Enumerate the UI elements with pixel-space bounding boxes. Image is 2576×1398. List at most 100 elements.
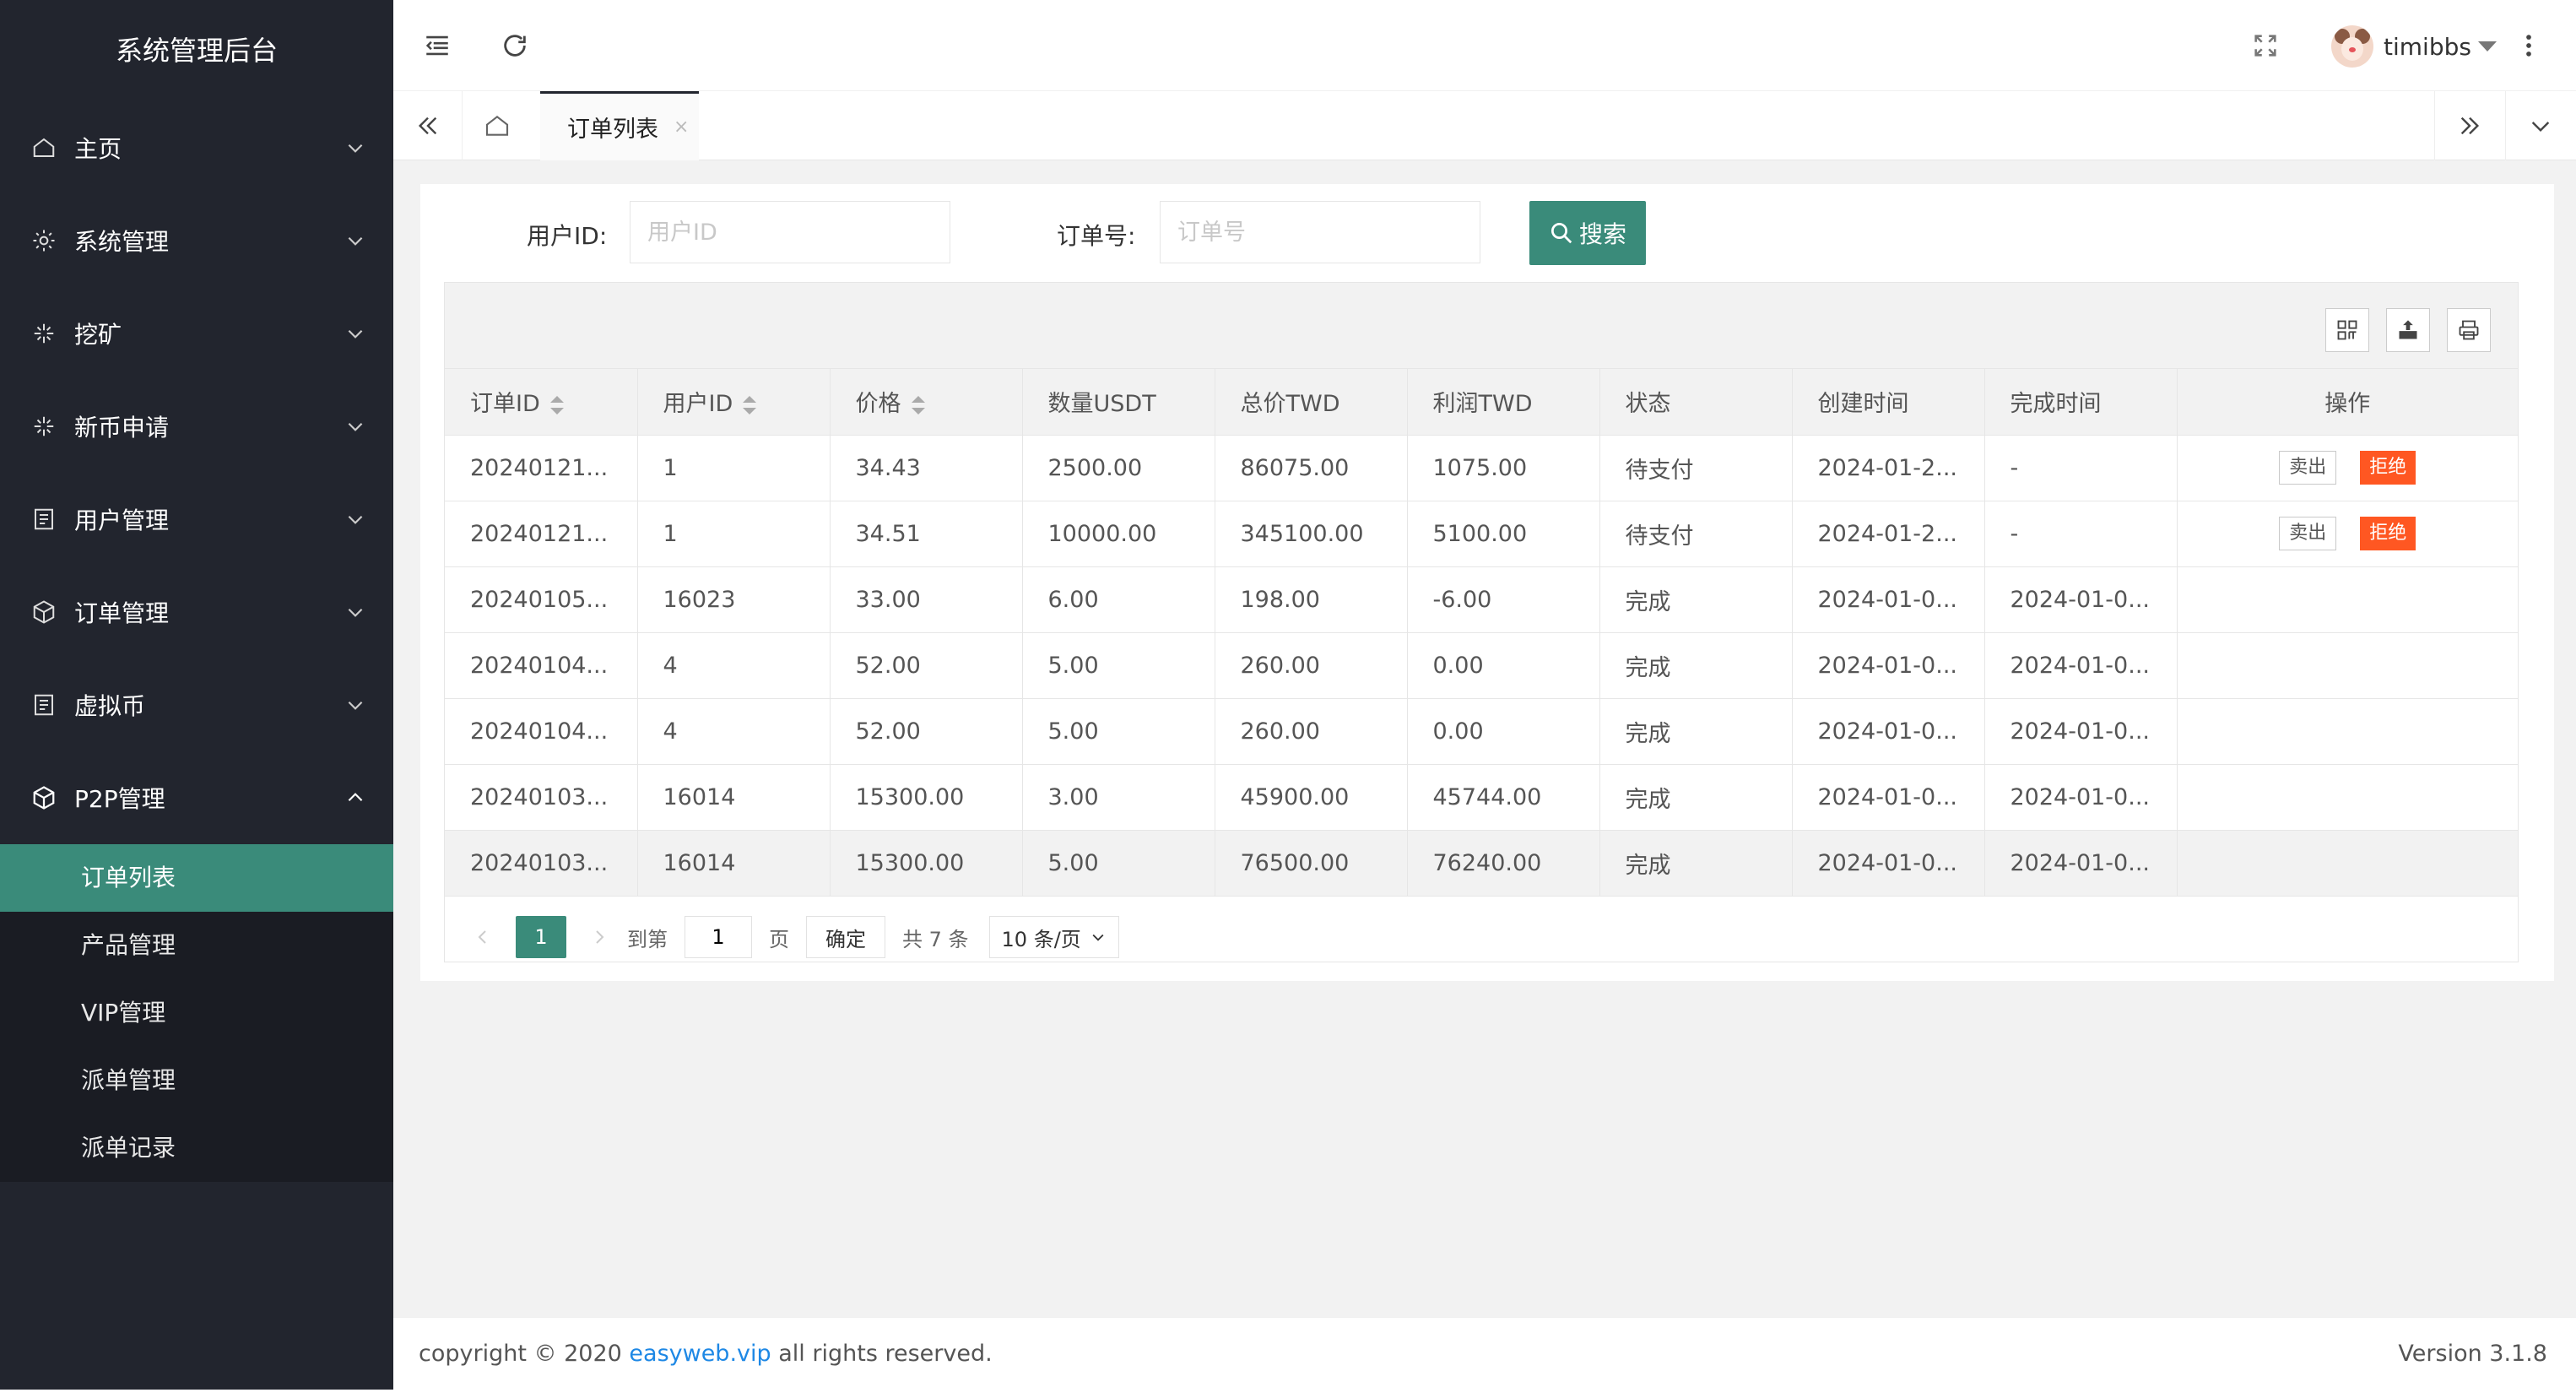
tabs-dropdown-icon[interactable] xyxy=(2505,91,2574,160)
order-no-label: 订单号: xyxy=(1057,222,1136,250)
brand-title: 系统管理后台 xyxy=(115,35,278,67)
sidebar-subitem-order-list[interactable]: 订单列表 xyxy=(0,844,393,912)
total-count: 共 7 条 xyxy=(902,927,969,951)
reject-button[interactable]: 拒绝 xyxy=(2360,451,2416,485)
cell-price: 15300.00 xyxy=(830,830,1023,897)
column-header[interactable]: 用户ID xyxy=(637,369,831,436)
collapse-menu-icon[interactable] xyxy=(420,29,454,62)
cell-order-id: 20240103... xyxy=(445,764,638,831)
sidebar-item-virtual-coin[interactable]: 虚拟币 xyxy=(0,658,393,751)
cell-actions xyxy=(2177,764,2518,831)
sidebar-item-system[interactable]: 系统管理 xyxy=(0,194,393,287)
search-icon xyxy=(1550,223,1572,244)
order-table: 订单ID 用户ID 价格 数量USDT 总价TWD 利润TWD 状态 创建时间 … xyxy=(444,282,2519,962)
cell-actions xyxy=(2177,698,2518,765)
refresh-icon[interactable] xyxy=(498,29,532,62)
sidebar-item-mining[interactable]: 挖矿 xyxy=(0,287,393,380)
cell-price: 34.43 xyxy=(830,435,1023,501)
sidebar-subitem-vip[interactable]: VIP管理 xyxy=(0,979,393,1047)
user-id-input[interactable] xyxy=(630,201,950,263)
cell-status: 待支付 xyxy=(1599,435,1793,501)
cell-price: 52.00 xyxy=(830,698,1023,765)
cell-profit: -6.00 xyxy=(1407,566,1600,633)
sidebar-subitem-dispatch[interactable]: 派单管理 xyxy=(0,1047,393,1114)
sidebar-item-p2p[interactable]: P2P管理 xyxy=(0,751,393,844)
user-id-label: 用户ID: xyxy=(527,222,608,250)
cell-qty: 5.00 xyxy=(1022,698,1215,765)
avatar xyxy=(2331,25,2373,68)
cell-done: - xyxy=(1984,435,2178,501)
cell-done: - xyxy=(1984,501,2178,567)
copyright-suffix: all rights reserved. xyxy=(778,1341,993,1367)
sidebar-item-orders[interactable]: 订单管理 xyxy=(0,566,393,658)
sort-icon[interactable] xyxy=(549,395,564,415)
gear-icon xyxy=(30,227,57,254)
cell-profit: 5100.00 xyxy=(1407,501,1600,567)
reject-button[interactable]: 拒绝 xyxy=(2360,517,2416,550)
sidebar-item-home[interactable]: 主页 xyxy=(0,101,393,194)
home-tab-icon[interactable] xyxy=(463,91,532,160)
sidebar-item-label: 系统管理 xyxy=(74,228,170,256)
sort-icon[interactable] xyxy=(743,395,757,415)
tabs-scroll-left-icon[interactable] xyxy=(393,91,463,160)
sidebar-subitem-products[interactable]: 产品管理 xyxy=(0,912,393,979)
prev-page-icon[interactable] xyxy=(470,924,495,950)
p2p-submenu: 订单列表 产品管理 VIP管理 派单管理 派单记录 xyxy=(0,844,393,1182)
cell-profit: 0.00 xyxy=(1407,632,1600,699)
page-size-value: 10 条/页 xyxy=(1001,927,1081,951)
sidebar-subitem-dispatch-log[interactable]: 派单记录 xyxy=(0,1114,393,1182)
cell-created: 2024-01-0... xyxy=(1792,566,1985,633)
cell-status: 待支付 xyxy=(1599,501,1793,567)
tabs-scroll-right-icon[interactable] xyxy=(2434,91,2503,160)
cell-profit: 76240.00 xyxy=(1407,830,1600,897)
fullscreen-icon[interactable] xyxy=(2249,29,2282,62)
current-page[interactable]: 1 xyxy=(516,916,566,958)
sell-button[interactable]: 卖出 xyxy=(2279,517,2337,550)
sidebar: 系统管理后台 主页 系统管理 挖矿 新币申请 用户管理 订单管理 虚拟币 P2P… xyxy=(0,0,393,1390)
cell-order-id: 20240103... xyxy=(445,830,638,897)
document-icon xyxy=(30,691,57,718)
order-no-input[interactable] xyxy=(1160,201,1480,263)
confirm-page-button[interactable]: 确定 xyxy=(806,916,885,958)
cell-status: 完成 xyxy=(1599,632,1793,699)
cell-order-id: 20240121... xyxy=(445,435,638,501)
cell-user-id: 16014 xyxy=(637,764,831,831)
copyright-prefix: copyright © 2020 xyxy=(419,1341,622,1367)
export-icon[interactable] xyxy=(2386,308,2430,352)
cell-user-id: 1 xyxy=(637,435,831,501)
table-row: 20240105... 16023 33.00 6.00 198.00 -6.0… xyxy=(445,566,2518,633)
column-header[interactable]: 订单ID xyxy=(445,369,638,436)
cell-created: 2024-01-0... xyxy=(1792,698,1985,765)
cell-user-id: 4 xyxy=(637,698,831,765)
cell-price: 33.00 xyxy=(830,566,1023,633)
sidebar-item-label: 挖矿 xyxy=(74,321,122,349)
chevron-down-icon xyxy=(344,137,366,159)
sort-icon[interactable] xyxy=(911,395,925,415)
cell-created: 2024-01-2... xyxy=(1792,501,1985,567)
search-button[interactable]: 搜索 xyxy=(1529,201,1646,265)
page-number-input[interactable] xyxy=(685,916,752,958)
cell-status: 完成 xyxy=(1599,830,1793,897)
column-header[interactable]: 价格 xyxy=(830,369,1023,436)
easyweb-link[interactable]: easyweb.vip xyxy=(629,1341,771,1367)
close-icon[interactable]: × xyxy=(674,116,689,138)
chevron-down-icon xyxy=(344,230,366,252)
tab-order-list[interactable]: 订单列表 × xyxy=(540,91,699,160)
page-size-select[interactable]: 10 条/页 xyxy=(988,916,1119,958)
sell-button[interactable]: 卖出 xyxy=(2279,451,2337,485)
sidebar-item-users[interactable]: 用户管理 xyxy=(0,473,393,566)
next-page-icon[interactable] xyxy=(587,924,612,950)
tab-label: 订单列表 xyxy=(567,116,658,143)
sidebar-item-coin-apply[interactable]: 新币申请 xyxy=(0,380,393,473)
cell-profit: 1075.00 xyxy=(1407,435,1600,501)
column-header: 状态 xyxy=(1599,369,1793,436)
pagination: 1 到第 页 确定 共 7 条 10 条/页 xyxy=(445,913,2518,962)
table-row: 20240104... 4 52.00 5.00 260.00 0.00 完成 … xyxy=(445,698,2518,765)
print-icon[interactable] xyxy=(2447,308,2491,352)
more-vertical-icon[interactable] xyxy=(2512,29,2546,62)
columns-filter-icon[interactable] xyxy=(2325,308,2369,352)
chevron-down-icon xyxy=(344,415,366,437)
cell-actions: 卖出 拒绝 xyxy=(2177,435,2518,501)
chevron-down-icon xyxy=(344,508,366,530)
user-menu[interactable]: timibbs xyxy=(2331,25,2497,68)
